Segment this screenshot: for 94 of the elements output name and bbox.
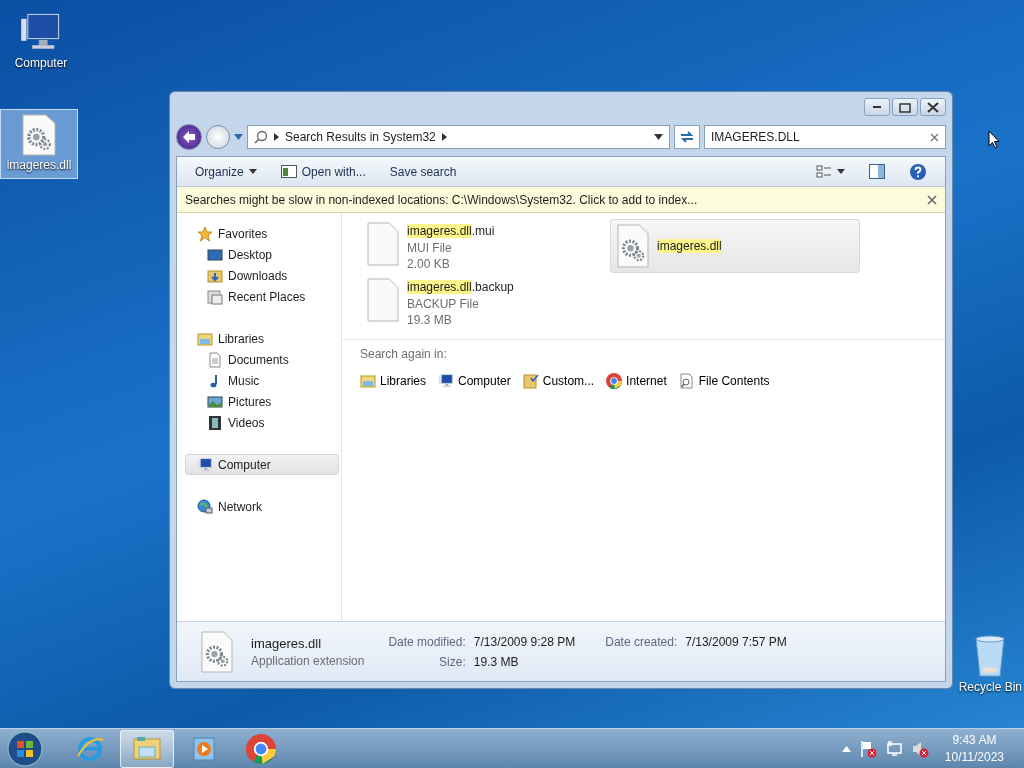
file-name: imageres.dll.mui	[407, 223, 495, 240]
search-field[interactable]: IMAGERES.DLL	[704, 125, 946, 149]
close-icon[interactable]	[927, 194, 937, 205]
document-icon	[207, 351, 223, 368]
minimize-button[interactable]	[864, 98, 890, 116]
info-bar-text: Searches might be slow in non-indexed locations: C:\Windows\System32. Click to add to index...	[185, 191, 698, 209]
network-globe-icon	[197, 498, 213, 515]
document-search-icon	[678, 373, 695, 389]
toolbar-button[interactable]: Organize	[185, 159, 267, 184]
dropdown-arrow-icon	[837, 169, 845, 174]
back-button[interactable]	[176, 124, 202, 150]
search-icon	[254, 130, 268, 144]
toolbar-button[interactable]: Save search	[379, 159, 467, 184]
blank-file-icon	[367, 222, 399, 266]
details-value: 7/13/2009 9:28 PM	[473, 633, 576, 651]
close-button[interactable]	[920, 98, 946, 116]
info-bar[interactable]: Searches might be slow in non-indexed locations: C:\Windows\System32. Click to add to index...	[177, 187, 945, 213]
refresh-button[interactable]	[674, 125, 700, 149]
search-location-link[interactable]: Computer	[438, 372, 511, 390]
dll-file-icon	[22, 114, 56, 156]
address-bar[interactable]: Search Results in System32	[247, 125, 670, 149]
window-icon	[280, 165, 297, 178]
details-file-type: Application extension	[251, 653, 365, 670]
minimize-icon	[873, 106, 881, 108]
chevron-right-icon	[441, 133, 447, 141]
film-icon	[207, 414, 223, 431]
search-location-link[interactable]: File Contents	[678, 372, 770, 390]
breadcrumb-text[interactable]: Search Results in System32	[285, 128, 436, 146]
blank-file-icon	[367, 278, 399, 322]
arrow-left-icon	[181, 130, 197, 144]
flag-error-icon[interactable]	[858, 739, 877, 758]
maximize-icon	[897, 100, 913, 114]
chrome-logo-icon	[606, 373, 623, 389]
file-name: imageres.dll	[657, 238, 722, 255]
dropdown-arrow-icon	[248, 169, 257, 174]
nav-item[interactable]: Computer	[185, 454, 339, 475]
file-item[interactable]: imageres.dll.mui MUI File 2.00 KB	[360, 219, 610, 273]
nav-item[interactable]: Pictures	[177, 391, 341, 412]
details-label: Date modified:	[388, 633, 466, 651]
desktop-icon[interactable]: Recycle Bin	[956, 630, 1024, 700]
nav-item[interactable]: Documents	[177, 349, 341, 370]
search-location-link[interactable]: Libraries	[360, 372, 427, 390]
toolbar-button[interactable]: Open with...	[270, 159, 376, 184]
desktop-icon	[207, 246, 223, 263]
nav-item[interactable]: Videos	[177, 412, 341, 433]
nav-item[interactable]: Network	[177, 496, 341, 517]
help-icon	[909, 162, 927, 181]
speaker-muted-icon[interactable]	[910, 739, 929, 758]
preview-pane-icon	[869, 164, 885, 179]
file-type: BACKUP File	[407, 296, 480, 312]
star-icon	[197, 225, 213, 242]
recent-places-icon	[207, 288, 223, 305]
nav-item[interactable]: Libraries	[177, 328, 341, 349]
network-computer-icon[interactable]	[884, 739, 903, 758]
details-file-name: imageres.dll	[251, 634, 323, 653]
search-location-link[interactable]: Custom...	[522, 372, 595, 390]
picture-icon	[207, 393, 223, 410]
chevron-up-icon[interactable]	[841, 745, 851, 752]
file-item[interactable]: imageres.dll.backup BACKUP File 19.3 MB	[360, 275, 610, 329]
dll-file-icon	[617, 224, 649, 268]
folder-check-icon	[522, 373, 539, 389]
details-value: 19.3 MB	[473, 653, 520, 671]
search-again-label: Search again in:	[360, 346, 448, 362]
details-value: 7/13/2009 7:57 PM	[685, 633, 787, 651]
nav-item[interactable]: Music	[177, 370, 341, 391]
nav-item[interactable]: Downloads	[177, 265, 341, 286]
details-label: Size:	[438, 653, 466, 671]
clear-icon[interactable]	[930, 132, 939, 142]
maximize-button[interactable]	[892, 98, 918, 116]
refresh-icon	[679, 130, 695, 144]
dropdown-arrow-icon[interactable]	[654, 134, 663, 140]
file-size: 19.3 MB	[407, 312, 453, 328]
library-folder-icon	[197, 330, 213, 347]
file-item[interactable]: imageres.dll	[610, 219, 860, 273]
library-folder-icon	[360, 373, 376, 389]
close-icon	[925, 100, 941, 114]
chrome-logo-icon	[246, 733, 276, 764]
chevron-right-icon	[274, 133, 279, 141]
downloads-folder-icon	[207, 267, 223, 284]
mouse-cursor-icon	[988, 130, 1000, 149]
view-list-icon	[816, 163, 832, 180]
computer-icon	[438, 373, 455, 389]
search-location-link[interactable]: Internet	[606, 372, 667, 390]
computer-icon	[197, 456, 213, 473]
search-text: IMAGERES.DLL	[711, 129, 800, 146]
details-label: Date created:	[605, 633, 678, 651]
desktop-icon[interactable]: Computer	[2, 6, 80, 76]
file-size: 2.00 KB	[407, 256, 451, 272]
file-type: MUI File	[407, 240, 453, 256]
nav-item[interactable]: Recent Places	[177, 286, 341, 307]
file-name: imageres.dll.backup	[407, 279, 514, 296]
dll-file-icon	[201, 630, 233, 673]
nav-item[interactable]: Favorites	[177, 223, 341, 244]
nav-item[interactable]: Desktop	[177, 244, 341, 265]
